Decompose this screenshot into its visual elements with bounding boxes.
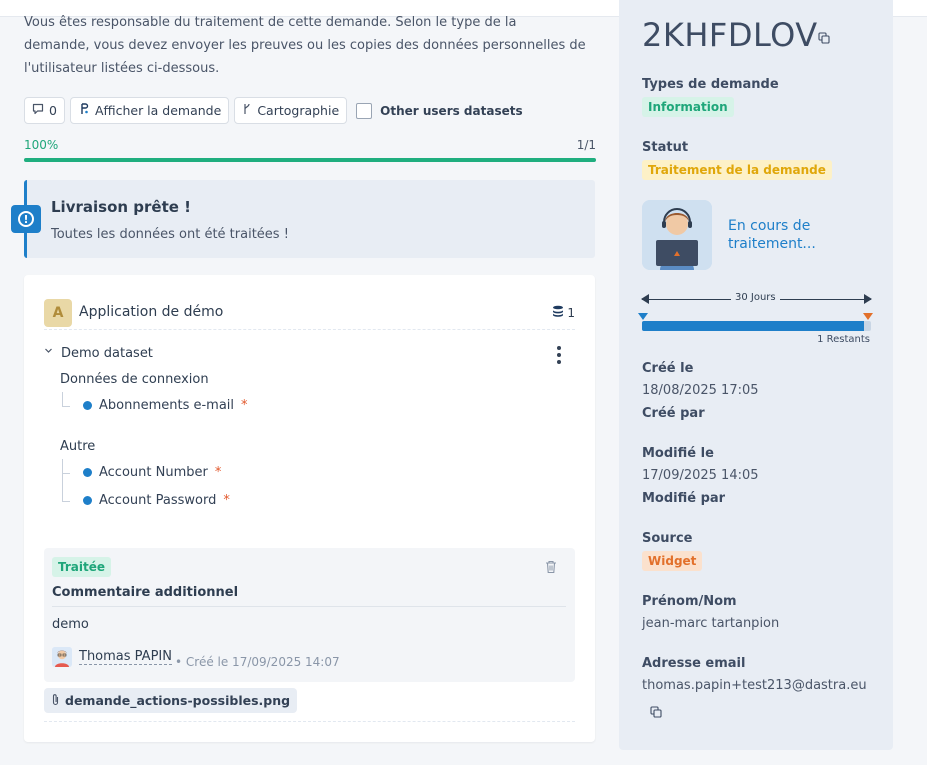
group-label-connexion: Données de connexion xyxy=(60,372,209,387)
dataset-count: 1 xyxy=(552,305,575,320)
dataset-count-value: 1 xyxy=(567,305,575,320)
required-marker: * xyxy=(223,493,230,508)
chevron-down-icon[interactable] xyxy=(44,346,53,358)
tree-branch xyxy=(62,473,70,474)
progress-count: 1/1 xyxy=(576,138,596,152)
exclamation-icon: ! xyxy=(11,205,41,233)
view-request-label: Afficher la demande xyxy=(94,103,222,118)
tree-branch xyxy=(62,501,70,502)
other-datasets-label: Other users datasets xyxy=(380,103,523,118)
attachment-filename: demande_actions-possibles.png xyxy=(65,693,291,708)
email-label: Adresse email xyxy=(642,656,746,671)
dataset-name: Demo dataset xyxy=(61,346,153,361)
status-badge: Traitement de la demande xyxy=(642,160,832,180)
intro-line-3: l'utilisateur listées ci-dessous. xyxy=(24,61,220,76)
toolbar: 0 Afficher la demande Cartographie Other… xyxy=(24,97,523,124)
processing-state: En cours de traitement... xyxy=(728,217,838,253)
tree-line xyxy=(62,459,63,501)
required-marker: * xyxy=(241,398,248,413)
trash-icon[interactable] xyxy=(545,560,559,576)
comment-title: Commentaire additionnel xyxy=(52,585,239,600)
checkbox-box[interactable] xyxy=(356,102,373,119)
modified-value: 17/09/2025 14:05 xyxy=(642,468,759,483)
progress-percent: 100% xyxy=(24,138,59,152)
field-dot xyxy=(83,496,92,505)
comment-date: • Créé le 17/09/2025 14:07 xyxy=(175,655,340,669)
mapping-icon xyxy=(242,103,252,118)
comment-author[interactable]: Thomas PAPIN xyxy=(79,649,172,665)
timeline-bar-fill xyxy=(642,321,865,331)
intro-line-1: Vous êtes responsable du traitement de c… xyxy=(24,15,517,30)
comment-body: demo xyxy=(52,617,89,632)
created-value: 18/08/2025 17:05 xyxy=(642,383,759,398)
delivery-ready-alert xyxy=(24,180,595,258)
field-item: Account Password * xyxy=(83,493,230,508)
source-badge: Widget xyxy=(642,551,703,571)
status-label: Statut xyxy=(642,140,689,155)
application-row: A Application de démo 1 xyxy=(44,298,575,330)
progress-labels: 100% 1/1 xyxy=(24,138,596,152)
field-label: Abonnements e-mail xyxy=(99,398,235,413)
field-label: Account Password xyxy=(99,493,217,508)
mapping-label: Cartographie xyxy=(257,103,340,118)
tree-branch xyxy=(62,406,70,407)
view-request-button[interactable]: Afficher la demande xyxy=(69,97,230,124)
field-label: Account Number xyxy=(99,465,208,480)
intro-text: Vous êtes responsable du traitement de c… xyxy=(24,11,604,80)
timeline-remaining: 1 Restants xyxy=(817,334,870,345)
mapping-button[interactable]: Cartographie xyxy=(234,97,348,124)
timeline-bar xyxy=(642,321,871,331)
required-marker: * xyxy=(214,465,222,480)
comments-count: 0 xyxy=(49,103,57,118)
name-value: jean-marc tartanpion xyxy=(642,616,780,631)
timeline-span-label: 30 Jours xyxy=(731,292,780,303)
application-avatar: A xyxy=(44,299,72,327)
comments-button[interactable]: 0 xyxy=(24,97,65,124)
source-label: Source xyxy=(642,531,693,546)
avatar xyxy=(52,647,72,667)
kebab-icon[interactable] xyxy=(555,345,563,365)
group-label-autre: Autre xyxy=(60,439,96,454)
attachment-chip[interactable]: demande_actions-possibles.png xyxy=(44,688,298,713)
name-label: Prénom/Nom xyxy=(642,594,737,609)
processing-state-line-2: traitement... xyxy=(728,236,816,252)
arrow-right-icon xyxy=(864,294,872,304)
field-dot xyxy=(83,468,92,477)
alert-text: Toutes les données ont été traitées ! xyxy=(51,227,289,242)
modified-by-label: Modifié par xyxy=(642,491,726,506)
request-icon xyxy=(78,103,90,118)
timeline-start-marker xyxy=(638,313,648,320)
field-item: Abonnements e-mail * xyxy=(83,398,248,413)
created-by-label: Créé par xyxy=(642,406,705,421)
modified-label: Modifié le xyxy=(642,446,714,461)
field-dot xyxy=(83,401,92,410)
tree-line xyxy=(62,392,63,406)
application-name: Application de démo xyxy=(79,304,224,320)
email-value: thomas.papin+test213@dastra.eu xyxy=(642,678,867,693)
request-types-label: Types de demande xyxy=(642,77,779,92)
comment-icon xyxy=(32,103,44,118)
arrow-left-icon xyxy=(641,294,649,304)
status-badge: Traitée xyxy=(52,557,112,577)
copy-icon[interactable] xyxy=(650,706,662,721)
copy-icon[interactable] xyxy=(818,32,830,47)
field-item: Account Number * xyxy=(83,465,221,480)
processing-illustration xyxy=(642,200,712,270)
alert-title: Livraison prête ! xyxy=(51,198,191,216)
request-reference: 2KHFDLOV xyxy=(642,16,818,54)
other-datasets-checkbox[interactable]: Other users datasets xyxy=(356,102,523,119)
created-label: Créé le xyxy=(642,361,694,376)
processing-state-line-1: En cours de xyxy=(728,218,811,234)
divider xyxy=(52,606,566,607)
progress-bar-fill xyxy=(24,158,596,162)
paperclip-icon xyxy=(51,693,60,709)
intro-line-2: demande, vous devez envoyer les preuves … xyxy=(24,38,586,53)
divider xyxy=(44,721,575,722)
database-icon xyxy=(552,305,564,320)
dataset-row[interactable]: Demo dataset xyxy=(44,345,575,365)
progress-bar xyxy=(24,158,596,162)
timeline-end-marker xyxy=(863,313,873,320)
request-type-badge: Information xyxy=(642,97,734,117)
